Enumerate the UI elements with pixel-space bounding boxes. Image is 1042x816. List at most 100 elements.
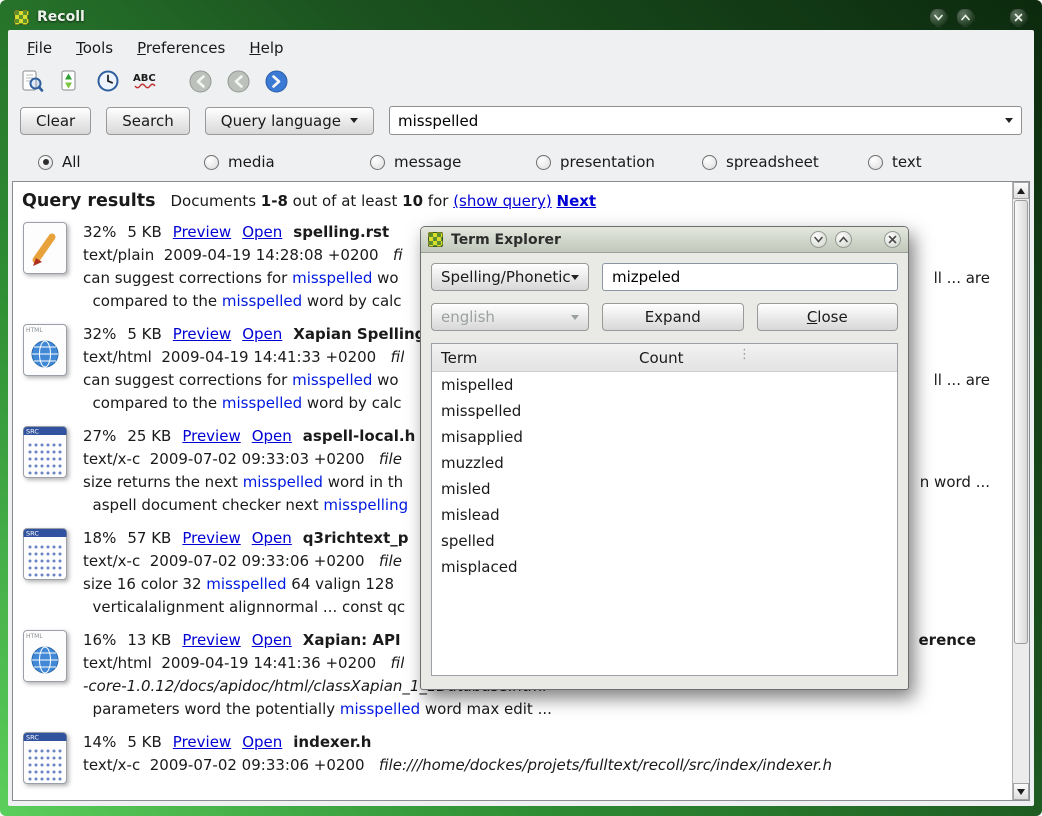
result-size: 5 KB: [127, 323, 161, 346]
result-preview-link[interactable]: Preview: [173, 221, 231, 244]
scrollbar-track[interactable]: [1013, 199, 1029, 783]
link[interactable]: (show query): [453, 192, 552, 210]
filter-message[interactable]: message: [370, 153, 536, 171]
term-row[interactable]: mislead: [432, 502, 897, 528]
term-explorer-titlebar[interactable]: Term Explorer: [421, 227, 908, 253]
close-button[interactable]: Close: [757, 303, 899, 331]
text-segment: misspelled: [222, 292, 302, 310]
svg-text:HTML: HTML: [26, 327, 43, 334]
result-open-link[interactable]: Open: [242, 323, 282, 346]
source-icon[interactable]: SRC: [22, 731, 68, 785]
term-row[interactable]: muzzled: [432, 450, 897, 476]
next-page-icon[interactable]: [262, 67, 290, 95]
chevron-up-icon: [838, 234, 849, 245]
source-icon[interactable]: SRC: [22, 527, 68, 581]
restore-button[interactable]: [956, 8, 975, 27]
text-segment: aspell document checker next: [83, 496, 323, 514]
snippet-continued: ll ... are: [934, 369, 1012, 392]
menu-tools[interactable]: Tools: [67, 36, 122, 60]
term-row[interactable]: misled: [432, 476, 897, 502]
result-open-link[interactable]: Open: [252, 527, 292, 550]
first-page-icon[interactable]: [186, 67, 214, 95]
result-relevance: 16%: [83, 629, 116, 652]
term-row[interactable]: spelled: [432, 528, 897, 554]
titlebar[interactable]: Recoll: [8, 4, 1034, 30]
prev-page-icon[interactable]: [224, 67, 252, 95]
result-open-link[interactable]: Open: [242, 221, 282, 244]
result-size: 57 KB: [127, 527, 171, 550]
menu-preferences[interactable]: Preferences: [128, 36, 234, 60]
term-row[interactable]: misplaced: [432, 554, 897, 580]
chevron-up-icon: [960, 12, 971, 23]
column-divider: ⋮: [738, 347, 751, 362]
text-segment: misspelled: [340, 700, 420, 718]
term-table-header[interactable]: Term Count ⋮: [432, 344, 897, 372]
term-cell: misapplied: [441, 428, 523, 446]
term-row[interactable]: misapplied: [432, 424, 897, 450]
close-window-button[interactable]: [1009, 8, 1028, 27]
expand-button[interactable]: Expand: [602, 303, 744, 331]
result-preview-link[interactable]: Preview: [173, 731, 231, 754]
result-preview-link[interactable]: Preview: [173, 323, 231, 346]
result-open-link[interactable]: Open: [252, 425, 292, 448]
result-preview-link[interactable]: Preview: [182, 527, 240, 550]
text-segment: text/html: [83, 654, 161, 672]
filter-media[interactable]: media: [204, 153, 370, 171]
dialog-restore-button[interactable]: [835, 231, 852, 248]
scrollbar-thumb[interactable]: [1014, 200, 1028, 644]
clear-button[interactable]: Clear: [20, 107, 91, 135]
search-bar: Clear Search Query language: [8, 101, 1034, 145]
shade-button[interactable]: [929, 8, 948, 27]
text-segment: compared to the: [83, 394, 222, 412]
clear-search-icon[interactable]: [18, 67, 46, 95]
html-globe-icon[interactable]: HTML: [22, 629, 68, 683]
result-title: Xapian Spelling: [293, 323, 425, 346]
html-globe-icon[interactable]: HTML: [22, 323, 68, 377]
result-preview-link[interactable]: Preview: [182, 425, 240, 448]
results-scrollbar[interactable]: [1012, 182, 1029, 800]
result-size: 25 KB: [127, 425, 171, 448]
term-column-header[interactable]: Term: [432, 349, 639, 367]
dialog-close-button[interactable]: [884, 231, 901, 248]
result-title: indexer.h: [293, 731, 371, 754]
query-input[interactable]: [398, 112, 1005, 130]
close-icon: [887, 234, 898, 245]
snippet-continued: n word ...: [920, 471, 1012, 494]
result-open-link[interactable]: Open: [252, 629, 292, 652]
link[interactable]: Next: [557, 192, 597, 210]
source-icon[interactable]: SRC: [22, 425, 68, 479]
history-icon[interactable]: [94, 67, 122, 95]
count-column-header[interactable]: Count: [639, 349, 684, 367]
term-explorer-icon[interactable]: ABC: [132, 67, 160, 95]
text-segment: misspelled: [206, 575, 286, 593]
search-button[interactable]: Search: [106, 107, 190, 135]
menu-help[interactable]: Help: [240, 36, 292, 60]
chevron-down-icon: [813, 234, 824, 245]
query-combobox[interactable]: [389, 106, 1022, 135]
menu-file[interactable]: File: [18, 36, 61, 60]
term-row[interactable]: misspelled: [432, 398, 897, 424]
term-row[interactable]: mispelled: [432, 372, 897, 398]
result-item: SRC14%5 KBPreviewOpenindexer.htext/x-c 2…: [22, 731, 1012, 785]
scroll-up-button[interactable]: [1013, 182, 1029, 199]
text-pencil-icon[interactable]: [22, 221, 68, 275]
expansion-mode-combobox[interactable]: Spelling/Phonetic: [431, 263, 589, 291]
filter-all[interactable]: All: [38, 153, 204, 171]
filter-label: spreadsheet: [726, 153, 819, 171]
result-open-link[interactable]: Open: [242, 731, 282, 754]
text-segment: size returns the next: [83, 473, 243, 491]
chevron-down-icon[interactable]: [1005, 118, 1013, 123]
radio-icon: [204, 155, 219, 170]
recoll-app-icon: [14, 10, 29, 25]
query-language-dropdown[interactable]: Query language: [205, 107, 374, 135]
scroll-down-button[interactable]: [1013, 783, 1029, 800]
filter-spreadsheet[interactable]: spreadsheet: [702, 153, 868, 171]
svg-text:ABC: ABC: [133, 73, 156, 84]
term-input[interactable]: [602, 263, 898, 291]
filter-text[interactable]: text: [868, 153, 1034, 171]
result-preview-link[interactable]: Preview: [182, 629, 240, 652]
dialog-shade-button[interactable]: [810, 231, 827, 248]
svg-text:SRC: SRC: [26, 428, 39, 436]
filter-presentation[interactable]: presentation: [536, 153, 702, 171]
update-index-icon[interactable]: [56, 67, 84, 95]
